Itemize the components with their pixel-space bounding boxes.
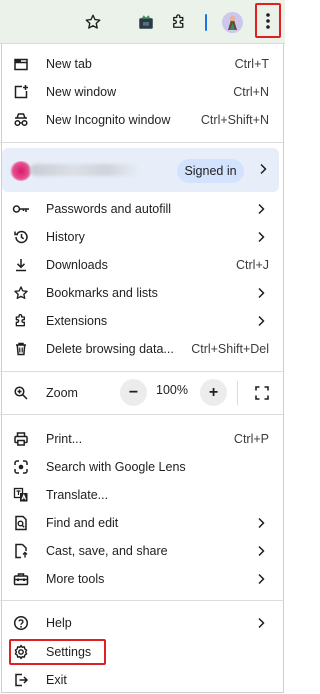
menu-item-label: Downloads	[46, 258, 108, 272]
extension-app-icon[interactable]	[135, 11, 157, 33]
chevron-right-icon	[255, 230, 267, 244]
chevron-right-icon	[255, 286, 267, 300]
menu-item-downloads[interactable]: Downloads Ctrl+J	[0, 251, 283, 279]
menu-item-new-window[interactable]: New window Ctrl+N	[0, 78, 283, 106]
menu-item-bookmarks[interactable]: Bookmarks and lists	[0, 279, 283, 307]
menu-item-delete-browsing-data[interactable]: Delete browsing data... Ctrl+Shift+Del	[0, 335, 283, 363]
menu-item-label: New tab	[46, 57, 92, 71]
menu-item-exit[interactable]: Exit	[0, 666, 283, 694]
shortcut-label: Ctrl+J	[236, 258, 269, 272]
menu-item-label: Translate...	[46, 488, 109, 502]
bookmark-star-icon[interactable]	[82, 11, 104, 33]
profile-avatar[interactable]	[222, 12, 243, 33]
toolbox-icon	[12, 570, 30, 588]
menu-item-label: More tools	[46, 572, 105, 586]
print-icon	[12, 430, 30, 448]
menu-item-new-incognito[interactable]: New Incognito window Ctrl+Shift+N	[0, 106, 283, 134]
shortcut-label: Ctrl+Shift+Del	[191, 342, 269, 356]
more-menu-button[interactable]	[255, 3, 281, 38]
zoom-value: 100%	[156, 383, 188, 397]
menu-item-label: New Incognito window	[46, 113, 171, 127]
key-icon	[12, 200, 30, 218]
chevron-right-icon	[255, 516, 267, 530]
zoom-separator	[237, 381, 238, 405]
menu-item-label: Exit	[46, 673, 67, 687]
zoom-magnifier-icon	[12, 384, 30, 402]
puzzle-icon	[12, 312, 30, 330]
more-vert-icon	[266, 12, 270, 29]
menu-item-zoom: Zoom − 100% +	[0, 373, 283, 413]
fullscreen-button[interactable]	[248, 379, 275, 406]
chevron-right-icon	[255, 572, 267, 586]
menu-divider	[0, 142, 283, 143]
plus-icon: +	[208, 383, 219, 401]
menu-item-label: Print...	[46, 432, 83, 446]
fullscreen-icon	[254, 385, 269, 400]
shortcut-label: Ctrl+Shift+N	[200, 113, 269, 127]
help-icon	[12, 614, 30, 632]
profile-name-blurred	[30, 164, 140, 176]
menu-item-label: Bookmarks and lists	[46, 286, 158, 300]
profile-row[interactable]: Signed in	[2, 148, 279, 192]
menu-item-label: New window	[46, 85, 117, 99]
menu-item-label: Help	[46, 616, 72, 630]
zoom-label: Zoom	[46, 386, 78, 400]
incognito-icon	[12, 111, 30, 129]
history-icon	[12, 228, 30, 246]
exit-icon	[12, 671, 30, 689]
minus-icon: −	[128, 383, 139, 401]
menu-divider	[0, 371, 283, 372]
profile-avatar-blurred	[10, 161, 32, 181]
shortcut-label: Ctrl+T	[234, 57, 269, 71]
zoom-in-button[interactable]: +	[200, 379, 227, 406]
menu-divider	[0, 600, 283, 601]
menu-item-label: Cast, save, and share	[46, 544, 168, 558]
shortcut-label: Ctrl+P	[233, 432, 269, 446]
menu-item-google-lens[interactable]: Search with Google Lens	[0, 453, 283, 481]
settings-highlight-box	[9, 639, 106, 665]
lens-icon	[12, 458, 30, 476]
menu-item-label: Find and edit	[46, 516, 119, 530]
new-window-icon	[12, 83, 30, 101]
translate-icon	[12, 486, 30, 504]
menu-item-translate[interactable]: Translate...	[0, 481, 283, 509]
browser-toolbar	[0, 0, 285, 44]
download-icon	[12, 256, 30, 274]
menu-item-label: Passwords and autofill	[46, 202, 172, 216]
shortcut-label: Ctrl+N	[233, 85, 269, 99]
menu-item-passwords[interactable]: Passwords and autofill	[0, 195, 283, 223]
menu-item-print[interactable]: Print... Ctrl+P	[0, 425, 283, 453]
toolbar-separator	[205, 14, 207, 31]
menu-item-label: Delete browsing data...	[46, 342, 174, 356]
chevron-right-icon	[255, 202, 267, 216]
star-icon	[12, 284, 30, 302]
menu-item-extensions[interactable]: Extensions	[0, 307, 283, 335]
chevron-right-icon	[255, 314, 267, 328]
menu-item-label: Extensions	[46, 314, 108, 328]
menu-item-history[interactable]: History	[0, 223, 283, 251]
chevron-right-icon	[255, 544, 267, 558]
cast-icon	[12, 542, 30, 560]
menu-item-label: History	[46, 230, 85, 244]
signed-in-badge: Signed in	[177, 159, 244, 183]
chevron-right-icon	[259, 163, 267, 175]
menu-item-find-and-edit[interactable]: Find and edit	[0, 509, 283, 537]
puzzle-icon[interactable]	[168, 11, 190, 33]
find-icon	[12, 514, 30, 532]
menu-item-new-tab[interactable]: New tab Ctrl+T	[0, 50, 283, 78]
menu-item-label: Search with Google Lens	[46, 460, 186, 474]
menu-item-more-tools[interactable]: More tools	[0, 565, 283, 593]
trash-icon	[12, 340, 30, 358]
zoom-out-button[interactable]: −	[120, 379, 147, 406]
new-tab-icon	[12, 55, 30, 73]
menu-divider	[0, 414, 283, 415]
menu-item-cast-save-share[interactable]: Cast, save, and share	[0, 537, 283, 565]
chevron-right-icon	[255, 616, 267, 630]
menu-item-help[interactable]: Help	[0, 609, 283, 637]
